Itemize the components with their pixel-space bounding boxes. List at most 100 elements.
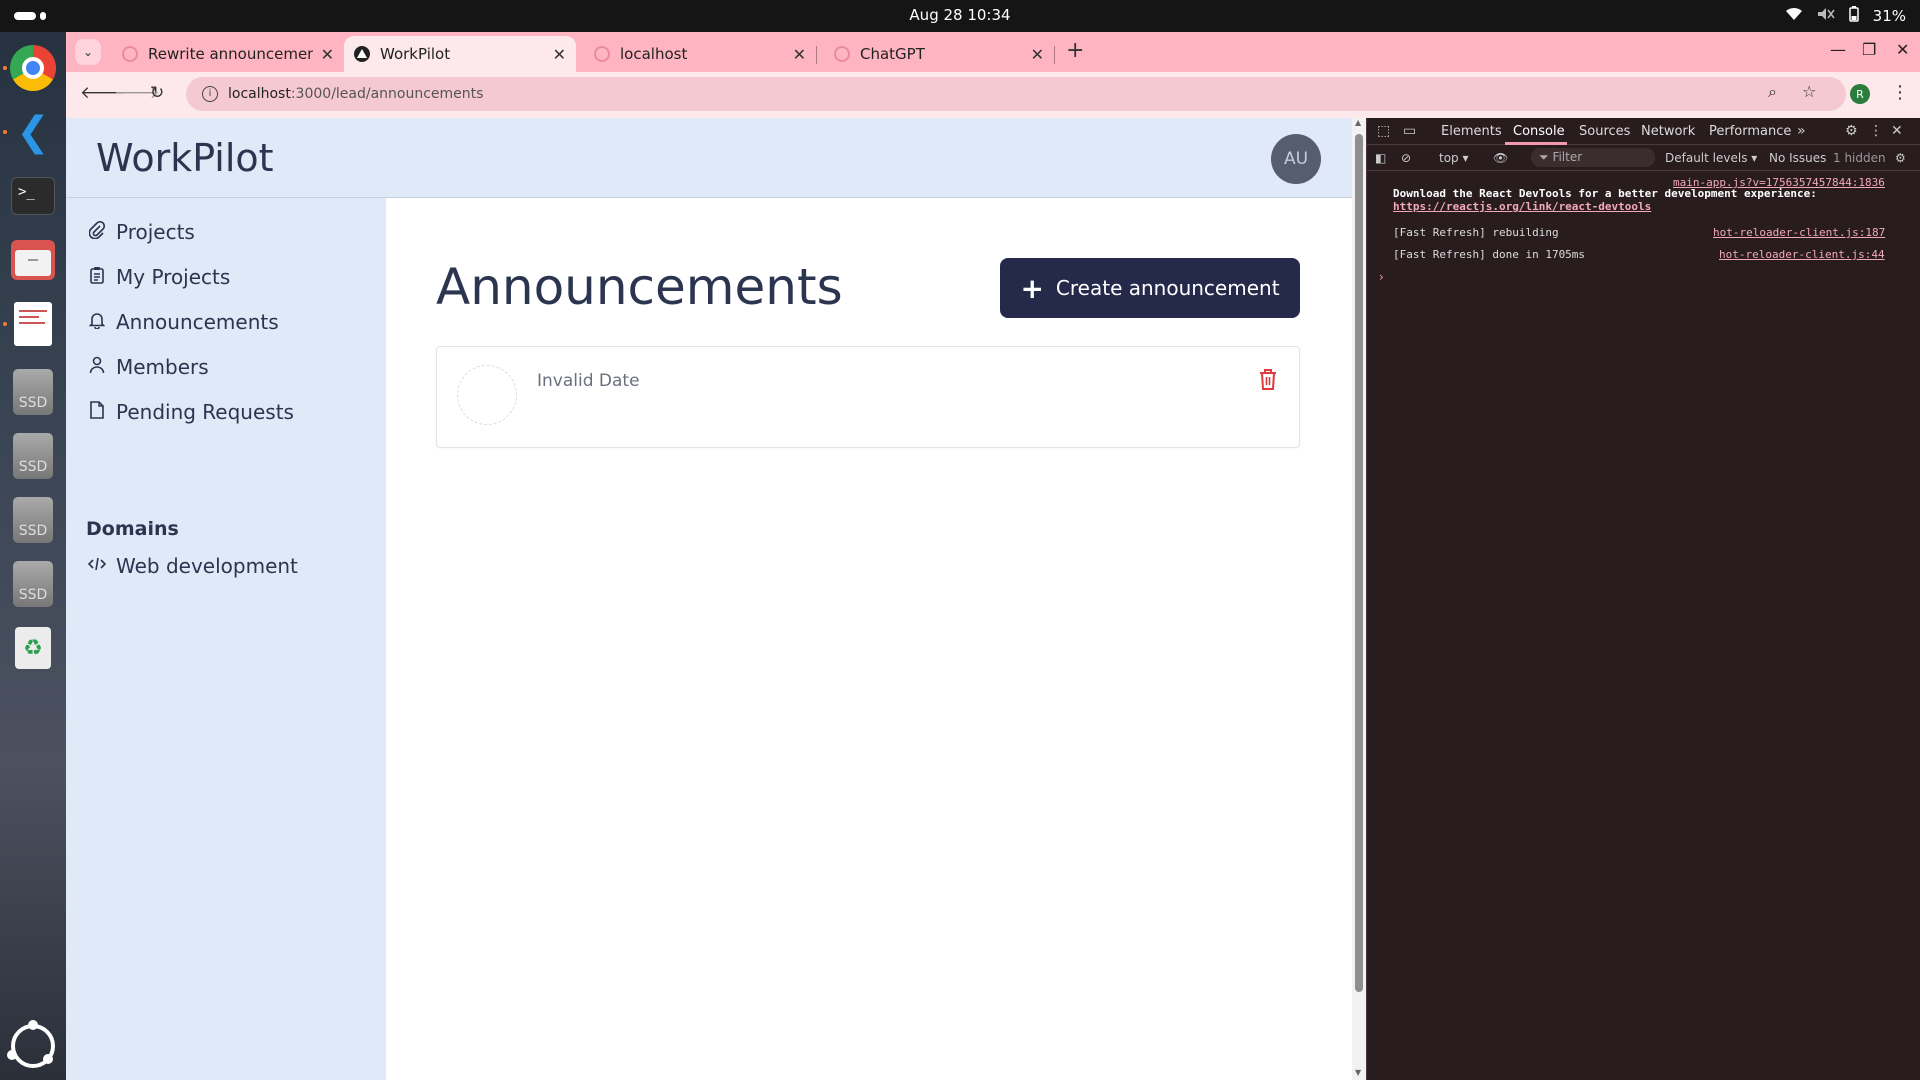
console-toolbar: ◧ ⊘ top ▾ 👁 ⏷ Filter Default levels ▾ No… bbox=[1367, 145, 1920, 171]
plus-icon: + bbox=[1020, 271, 1044, 305]
globe-icon bbox=[122, 46, 138, 62]
delete-announcement-button[interactable] bbox=[1257, 367, 1279, 391]
battery-icon bbox=[1848, 6, 1859, 26]
devtools-tab-bar: ⬚ ▭ Elements Console Sources Network Per… bbox=[1367, 118, 1920, 145]
announcement-date: Invalid Date bbox=[537, 371, 640, 391]
site-info-icon[interactable]: i bbox=[202, 86, 218, 102]
page-scrollbar[interactable]: ▲ ▼ bbox=[1352, 118, 1366, 1080]
minimize-button[interactable]: — bbox=[1830, 40, 1846, 59]
address-bar[interactable]: i localhost:3000/lead/announcements bbox=[186, 77, 1846, 111]
system-tray[interactable]: 31% bbox=[1785, 6, 1906, 26]
browser-toolbar: 🡐 🡒 ↻ i localhost:3000/lead/announcement… bbox=[66, 72, 1920, 118]
close-icon[interactable]: ✕ bbox=[793, 45, 806, 64]
page-title: Announcements bbox=[436, 258, 843, 316]
tab-chatgpt[interactable]: ChatGPT ✕ bbox=[824, 36, 1054, 72]
create-announcement-button[interactable]: + Create announcement bbox=[1000, 258, 1300, 318]
console-message: [Fast Refresh] rebuilding bbox=[1393, 226, 1559, 239]
close-icon[interactable]: ✕ bbox=[321, 45, 334, 64]
close-icon[interactable]: ✕ bbox=[1031, 45, 1044, 64]
log-source-link[interactable]: hot-reloader-client.js:44 bbox=[1719, 248, 1885, 261]
user-avatar[interactable]: AU bbox=[1271, 134, 1321, 184]
settings-gear-icon[interactable]: ⚙ bbox=[1845, 123, 1858, 139]
tab-rewrite-announcements[interactable]: Rewrite announcements ✕ bbox=[112, 36, 344, 72]
document-viewer-icon bbox=[14, 302, 52, 346]
terminal-icon: >_ bbox=[11, 177, 55, 215]
dock-show-apps[interactable] bbox=[7, 1020, 57, 1070]
globe-icon bbox=[594, 46, 610, 62]
sidebar-item-web-development[interactable]: Web development bbox=[86, 554, 298, 578]
dock-files[interactable] bbox=[9, 236, 57, 284]
log-source-link[interactable]: hot-reloader-client.js:187 bbox=[1713, 226, 1885, 239]
issues-counter[interactable]: No Issues bbox=[1769, 151, 1826, 165]
scroll-down-icon[interactable]: ▼ bbox=[1355, 1068, 1361, 1077]
devtools-tab-network[interactable]: Network bbox=[1641, 124, 1695, 139]
devtools-tab-console[interactable]: Console bbox=[1513, 124, 1565, 139]
tab-workpilot[interactable]: WorkPilot ✕ bbox=[344, 36, 576, 72]
sidebar-item-announcements[interactable]: Announcements bbox=[86, 310, 279, 334]
console-settings-icon[interactable]: ⚙ bbox=[1895, 151, 1906, 165]
more-tabs-icon[interactable]: » bbox=[1797, 123, 1806, 139]
dock-vscode[interactable]: ❮ bbox=[3, 108, 57, 156]
new-tab-button[interactable]: + bbox=[1066, 38, 1084, 63]
brand-logo[interactable]: WorkPilot bbox=[96, 136, 274, 180]
sidebar-item-members[interactable]: Members bbox=[86, 355, 209, 379]
inspect-element-icon[interactable]: ⬚ bbox=[1377, 123, 1390, 139]
tab-localhost[interactable]: localhost ✕ bbox=[584, 36, 816, 72]
react-devtools-link[interactable]: https://reactjs.org/link/react-devtools bbox=[1393, 200, 1651, 213]
devtools-tab-sources[interactable]: Sources bbox=[1579, 124, 1630, 139]
workpilot-favicon-icon bbox=[354, 46, 370, 62]
dock-document-viewer[interactable] bbox=[3, 300, 57, 348]
scroll-up-icon[interactable]: ▲ bbox=[1355, 118, 1361, 127]
close-devtools-icon[interactable]: ✕ bbox=[1891, 123, 1903, 139]
clock[interactable]: Aug 28 10:34 bbox=[0, 6, 1920, 24]
console-message: [Fast Refresh] done in 1705ms bbox=[1393, 248, 1586, 261]
sidebar-toggle-icon[interactable]: ◧ bbox=[1375, 151, 1386, 165]
ubuntu-icon bbox=[7, 1020, 55, 1068]
sidebar-item-label: Web development bbox=[116, 554, 298, 578]
sidebar-item-my-projects[interactable]: My Projects bbox=[86, 265, 230, 289]
dock-ssd-2[interactable]: SSD bbox=[9, 432, 57, 480]
create-announcement-label: Create announcement bbox=[1055, 276, 1280, 300]
dock-terminal[interactable]: >_ bbox=[9, 172, 57, 220]
sidebar: Projects My Projects Announcements Membe… bbox=[66, 198, 386, 1080]
bell-icon bbox=[86, 311, 108, 334]
device-toolbar-icon[interactable]: ▭ bbox=[1403, 123, 1416, 139]
devtools-tab-elements[interactable]: Elements bbox=[1441, 124, 1502, 139]
devtools-tab-performance[interactable]: Performance bbox=[1709, 124, 1791, 139]
console-filter-input[interactable]: ⏷ Filter bbox=[1531, 148, 1655, 167]
drive-icon: SSD bbox=[13, 433, 53, 479]
sidebar-item-pending-requests[interactable]: Pending Requests bbox=[86, 400, 294, 424]
hidden-count: 1 hidden bbox=[1833, 151, 1886, 165]
dock-ssd-1[interactable]: SSD bbox=[9, 368, 57, 416]
dock-ssd-4[interactable]: SSD bbox=[9, 560, 57, 608]
reload-button[interactable]: ↻ bbox=[150, 83, 164, 103]
dock-chrome[interactable] bbox=[3, 44, 57, 92]
dock: ❮ >_ SSD SSD SSD SSD ♻ bbox=[0, 32, 66, 1080]
dock-ssd-3[interactable]: SSD bbox=[9, 496, 57, 544]
announcement-card[interactable]: Invalid Date bbox=[436, 346, 1300, 448]
log-levels-dropdown[interactable]: Default levels ▾ bbox=[1665, 151, 1757, 165]
domains-heading: Domains bbox=[86, 518, 179, 540]
context-selector[interactable]: top ▾ bbox=[1439, 151, 1469, 165]
sidebar-item-projects[interactable]: Projects bbox=[86, 220, 195, 244]
system-top-bar: Aug 28 10:34 31% bbox=[0, 0, 1920, 32]
user-icon bbox=[86, 356, 108, 379]
zoom-icon[interactable]: ⌕ bbox=[1768, 82, 1777, 102]
browser-menu-icon[interactable]: ⋮ bbox=[1891, 82, 1909, 103]
restore-button[interactable]: ❐ bbox=[1862, 40, 1876, 59]
window-close-button[interactable]: ✕ bbox=[1896, 40, 1909, 59]
bookmark-star-icon[interactable]: ☆ bbox=[1802, 82, 1816, 101]
more-options-icon[interactable]: ⋮ bbox=[1869, 123, 1883, 139]
main-content: Announcements + Create announcement Inva… bbox=[386, 198, 1352, 1080]
files-icon bbox=[11, 240, 55, 280]
console-prompt-icon[interactable]: › bbox=[1379, 270, 1384, 284]
live-expression-eye-icon[interactable]: 👁 bbox=[1493, 151, 1508, 165]
app-header: WorkPilot AU bbox=[66, 118, 1352, 198]
drive-icon: SSD bbox=[13, 369, 53, 415]
scrollbar-thumb[interactable] bbox=[1355, 134, 1363, 992]
clear-console-icon[interactable]: ⊘ bbox=[1401, 151, 1411, 165]
tab-search-button[interactable]: ⌄ bbox=[75, 39, 101, 65]
close-icon[interactable]: ✕ bbox=[553, 45, 566, 64]
profile-avatar[interactable]: R bbox=[1850, 84, 1870, 104]
dock-trash[interactable]: ♻ bbox=[9, 624, 57, 672]
